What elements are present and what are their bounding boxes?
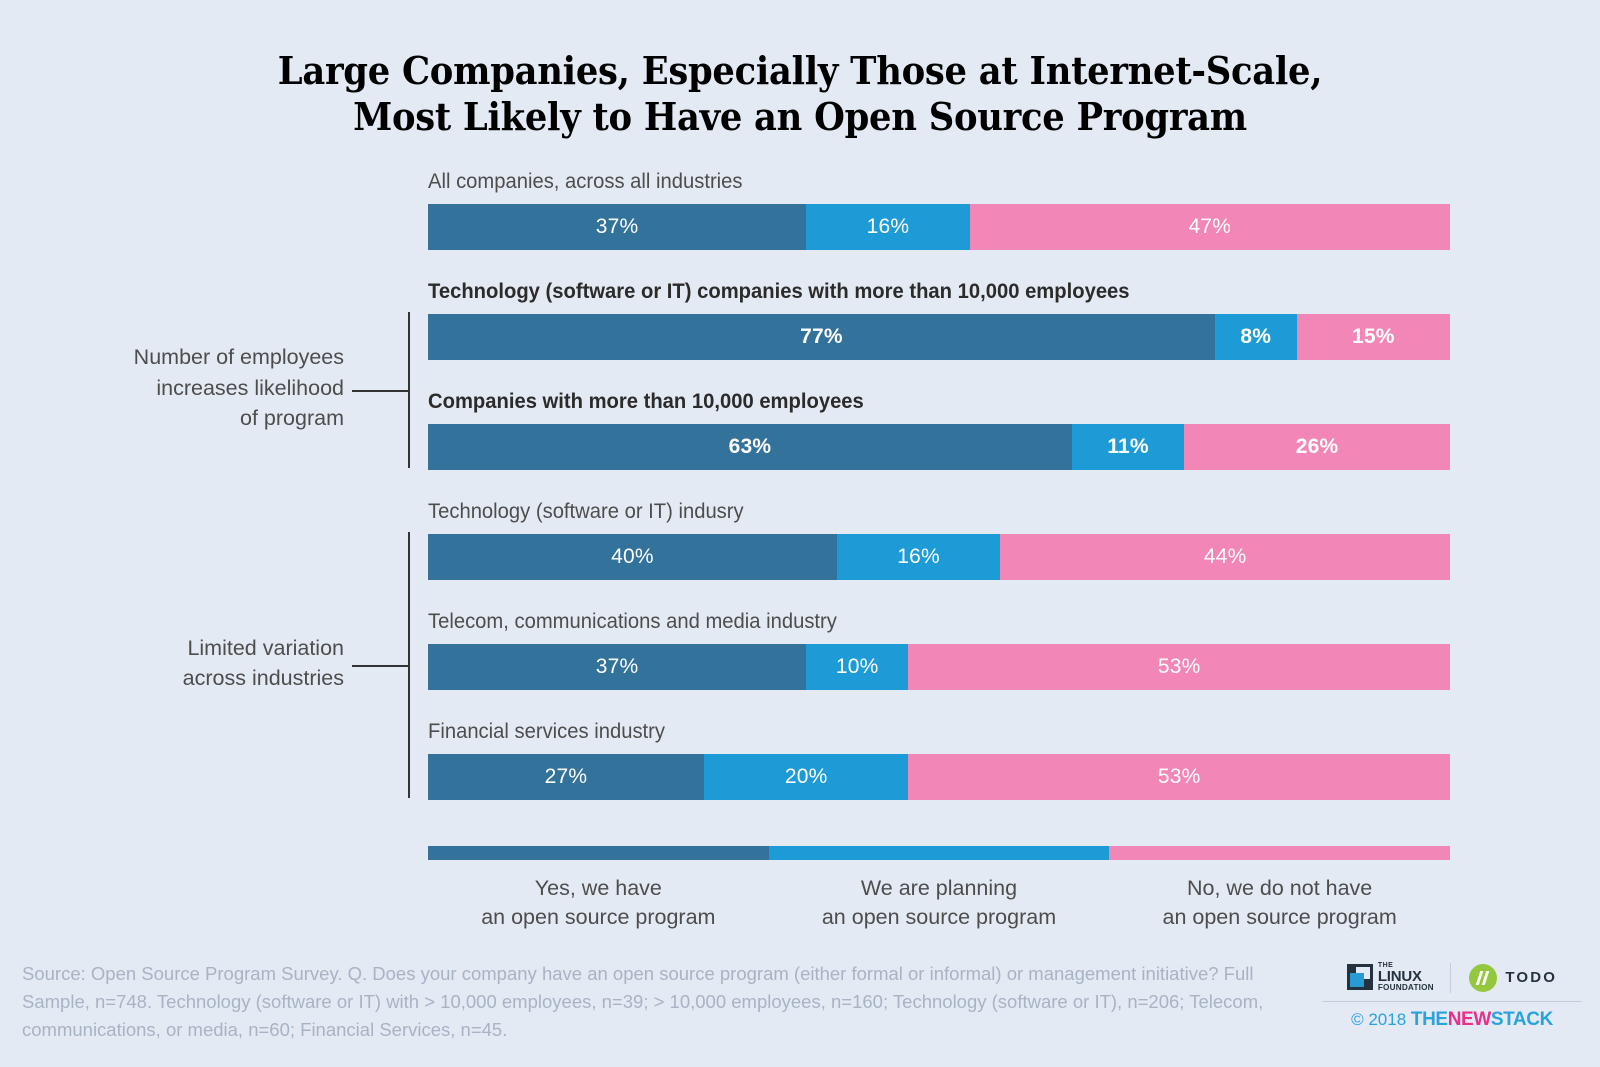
chart-row: Technology (software or IT) indusry 40% 16…	[0, 490, 1600, 600]
todo-slashes-icon	[1469, 963, 1498, 992]
legend-color-bar	[428, 846, 1450, 860]
todo-wordmark: TODO	[1505, 969, 1558, 986]
annotation-line: Number of employees	[133, 345, 344, 370]
bar-segment: 20%	[703, 754, 909, 800]
bar-segment: 15%	[1296, 314, 1450, 360]
stacked-bar-chart: All companies, across all industries 37% 1…	[0, 160, 1600, 820]
legend-item-label: No, we do not have	[1187, 876, 1373, 900]
todo-group-logo: TODO	[1451, 963, 1558, 992]
bar-segment: 26%	[1184, 424, 1450, 470]
chart-row-bar: 63% 11% 26%	[428, 424, 1450, 470]
chart-row-bar: 40% 16% 44%	[428, 534, 1450, 580]
linux-foundation-mark-icon	[1346, 964, 1373, 991]
chart-footer: Source: Open Source Program Survey. Q. D…	[0, 952, 1600, 1067]
legend-item-label: an open source program	[821, 904, 1057, 929]
tns-stack-text: STACK	[1490, 1009, 1553, 1030]
tns-the-text: THE	[1410, 1009, 1448, 1030]
chart-row-bar: 37% 16% 47%	[428, 204, 1450, 250]
legend-swatch	[428, 846, 769, 860]
chart-row-label: Financial services industry	[428, 719, 665, 743]
bar-segment: 77%	[428, 314, 1215, 360]
page-title-line-2: Most Likely to Have an Open Source Progr…	[353, 94, 1247, 140]
chart-row-bar: 27% 20% 53%	[428, 754, 1450, 800]
chart-row-bar: 37% 10% 53%	[428, 644, 1450, 690]
tns-new-text: NEW	[1447, 1009, 1492, 1030]
chart-row-bar: 77% 8% 15%	[428, 314, 1450, 360]
legend-swatch	[1109, 846, 1450, 860]
bar-segment: 63%	[428, 424, 1072, 470]
annotation-line: of program	[240, 406, 344, 431]
lf-linux-text: LINUX	[1377, 968, 1422, 986]
chart-row-label: All companies, across all industries	[428, 169, 743, 193]
bar-segment: 37%	[428, 204, 807, 250]
legend-labels: Yes, we have an open source program We are…	[428, 874, 1450, 931]
chart-row-label: Technology (software or IT) indusry	[428, 499, 744, 523]
chart-rows: All companies, across all industries 37% 1…	[0, 160, 1600, 820]
copyright-line: © 2018 THENEWSTACK	[1322, 1009, 1582, 1031]
bar-segment: 53%	[908, 754, 1450, 800]
linux-foundation-logo: THE LINUX FOUNDATION	[1346, 962, 1450, 992]
chart-row-label: Technology (software or IT) companies wi…	[428, 279, 1130, 303]
chart-row: Financial services industry 27% 20% 53%	[0, 710, 1600, 820]
annotation-line: increases likelihood	[156, 375, 344, 400]
bar-segment: 16%	[806, 204, 970, 250]
chart-row-label: Telecom, communications and media indust…	[428, 609, 837, 633]
bar-segment: 44%	[1000, 534, 1450, 580]
legend-item-label: an open source program	[481, 904, 716, 929]
chart-row-label: Companies with more than 10,000 employee…	[428, 389, 864, 413]
source-note: Source: Open Source Program Survey. Q. D…	[22, 963, 1264, 1040]
bar-segment: 11%	[1071, 424, 1185, 470]
lf-foundation-text: FOUNDATION	[1377, 983, 1434, 993]
bar-segment: 16%	[836, 534, 1001, 580]
page-title-line-1: Large Companies, Especially Those at Int…	[277, 48, 1323, 93]
bar-segment: 27%	[428, 754, 704, 800]
bar-segment: 37%	[428, 644, 807, 690]
annotation-text: Limited variation across industries	[183, 633, 344, 694]
legend-swatch	[768, 846, 1110, 860]
annotation-line: Limited variation	[187, 635, 344, 660]
bar-segment: 40%	[428, 534, 837, 580]
branding-block: THE LINUX FOUNDATION TODO © 2018 THENEWS…	[1322, 958, 1582, 1031]
bar-segment: 8%	[1214, 314, 1297, 360]
chart-row: All companies, across all industries 37% 1…	[0, 160, 1600, 270]
bar-segment: 53%	[908, 644, 1450, 690]
legend-item-label: an open source program	[1162, 904, 1397, 929]
partner-logos: THE LINUX FOUNDATION TODO	[1322, 958, 1582, 1002]
copyright-year: © 2018	[1351, 1010, 1407, 1029]
annotation-tick	[352, 390, 410, 392]
legend-item-label: Yes, we have	[534, 876, 662, 900]
legend-item-label: We are planning	[860, 876, 1018, 900]
annotation-tick	[352, 665, 410, 667]
linux-foundation-wordmark: THE LINUX FOUNDATION	[1378, 962, 1434, 992]
bar-segment: 47%	[969, 204, 1450, 250]
legend-item: No, we do not have an open source program	[1109, 874, 1450, 931]
legend-item: Yes, we have an open source program	[428, 874, 769, 931]
chart-legend: Yes, we have an open source program We are…	[428, 846, 1450, 931]
page-title: Large Companies, Especially Those at Int…	[56, 0, 1544, 141]
bar-segment: 10%	[806, 644, 909, 690]
legend-item: We are planning an open source program	[769, 874, 1110, 931]
annotation-text: Number of employees increases likelihood o…	[134, 342, 344, 434]
annotation-line: across industries	[182, 666, 344, 691]
